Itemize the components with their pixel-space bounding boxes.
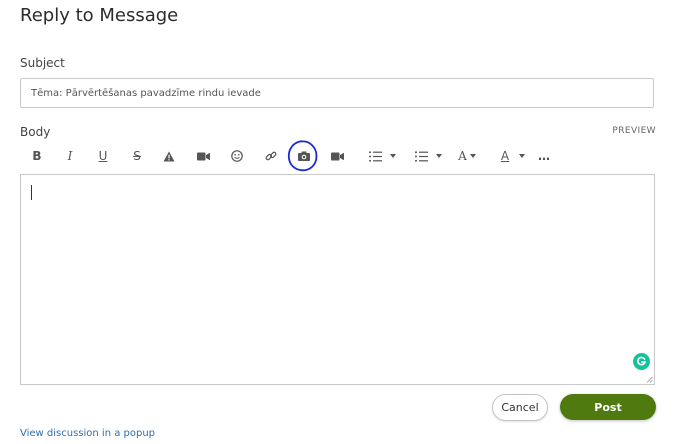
bold-button[interactable]: B xyxy=(30,144,44,168)
message-body-editor[interactable] xyxy=(20,174,655,385)
cancel-button[interactable]: Cancel xyxy=(492,394,548,421)
text-color-dropdown[interactable]: A xyxy=(496,144,530,168)
insert-link-button[interactable] xyxy=(264,144,278,168)
editor-toolbar: B I U S A A … xyxy=(20,144,654,168)
chevron-down-icon xyxy=(389,154,396,158)
underline-button[interactable]: U xyxy=(96,144,110,168)
underline-icon: U xyxy=(98,149,108,163)
chevron-down-icon xyxy=(435,154,442,158)
smiley-icon xyxy=(231,150,243,162)
subject-label: Subject xyxy=(20,56,65,70)
grammarly-icon xyxy=(637,356,647,366)
insert-photo-button[interactable] xyxy=(297,144,311,168)
video-camera-icon xyxy=(330,152,344,160)
post-button[interactable]: Post xyxy=(560,394,656,420)
subject-input[interactable] xyxy=(20,78,654,108)
preview-link[interactable]: PREVIEW xyxy=(612,126,656,136)
font-size-icon: A xyxy=(458,149,467,163)
body-label: Body xyxy=(20,125,51,139)
text-color-icon: A xyxy=(500,149,510,163)
view-in-popup-link[interactable]: View discussion in a popup xyxy=(20,428,155,439)
warning-icon xyxy=(163,151,175,161)
page-title: Reply to Message xyxy=(20,5,179,26)
resize-handle-icon[interactable] xyxy=(646,376,653,383)
numbered-list-dropdown[interactable] xyxy=(365,144,399,168)
bullet-list-icon xyxy=(414,150,428,162)
link-icon xyxy=(265,151,277,161)
grammarly-button[interactable] xyxy=(633,353,650,370)
emoji-button[interactable] xyxy=(230,144,244,168)
bold-icon: B xyxy=(32,149,42,163)
more-icon: … xyxy=(538,149,550,163)
insert-video-button-2[interactable] xyxy=(330,144,344,168)
text-cursor xyxy=(31,185,32,200)
more-options-button[interactable]: … xyxy=(537,144,551,168)
camera-icon xyxy=(298,151,310,161)
font-size-dropdown[interactable]: A xyxy=(454,144,480,168)
strikethrough-button[interactable]: S xyxy=(130,144,144,168)
bullet-list-dropdown[interactable] xyxy=(411,144,445,168)
numbered-list-icon xyxy=(368,151,382,161)
italic-button[interactable]: I xyxy=(63,144,77,168)
insert-video-button[interactable] xyxy=(196,144,210,168)
chevron-down-icon xyxy=(519,154,526,158)
strikethrough-icon: S xyxy=(133,149,141,163)
video-camera-icon xyxy=(196,152,210,160)
spoiler-button[interactable] xyxy=(162,144,176,168)
italic-icon: I xyxy=(67,149,73,163)
chevron-down-icon xyxy=(469,154,476,158)
